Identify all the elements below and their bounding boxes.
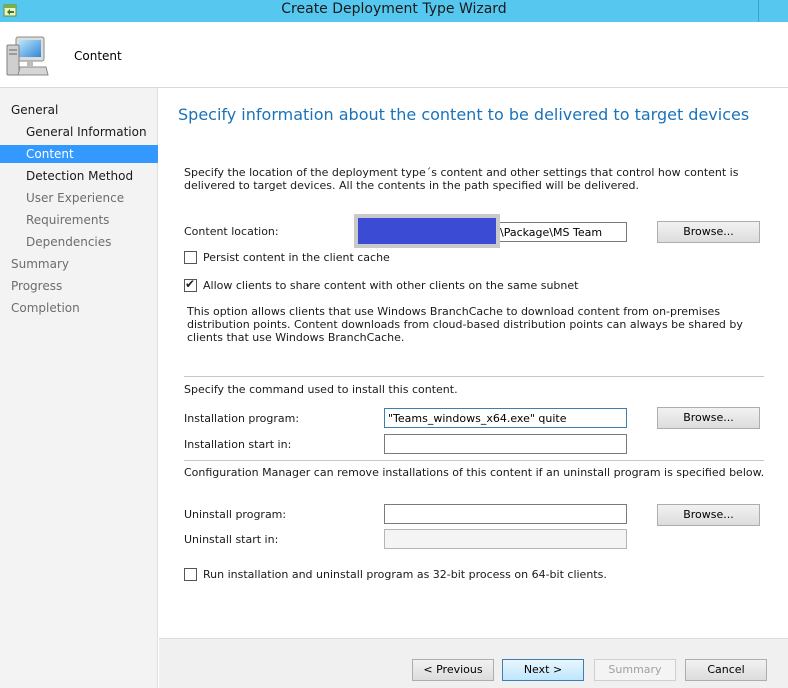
sidebar-item-progress[interactable]: Progress (0, 277, 158, 295)
content-page: Specify information about the content to… (159, 88, 788, 638)
sidebar-item-content[interactable]: Content (0, 145, 158, 163)
branchcache-note: This option allows clients that use Wind… (187, 305, 743, 344)
header-title: Content (74, 49, 122, 63)
uninstall-program-browse-button[interactable]: Browse... (657, 504, 760, 526)
allow-share-checkbox[interactable]: ✔ (184, 277, 197, 292)
wizard-sidebar: General General Information Content Dete… (0, 88, 158, 688)
cancel-button[interactable]: Cancel (685, 659, 767, 681)
sidebar-item-user-experience[interactable]: User Experience (0, 189, 158, 207)
title-bar: Create Deployment Type Wizard (0, 0, 788, 22)
installation-program-browse-button[interactable]: Browse... (657, 407, 760, 429)
allow-share-label: Allow clients to share content with othe… (203, 279, 579, 292)
window-title: Create Deployment Type Wizard (281, 1, 507, 17)
sidebar-item-summary[interactable]: Summary (0, 255, 158, 273)
sidebar-item-dependencies[interactable]: Dependencies (0, 233, 158, 251)
uninstall-section-label: Configuration Manager can remove install… (184, 466, 765, 479)
computer-icon (6, 36, 49, 76)
sidebar-item-detection-method[interactable]: Detection Method (0, 167, 158, 185)
sidebar-item-requirements[interactable]: Requirements (0, 211, 158, 229)
persist-content-checkbox[interactable] (184, 251, 197, 264)
close-button[interactable] (758, 0, 788, 22)
wizard-header: Content (0, 22, 788, 88)
installation-start-input[interactable] (384, 434, 627, 454)
page-heading: Specify information about the content to… (178, 105, 750, 124)
installation-program-label: Installation program: (184, 412, 300, 425)
persist-content-label: Persist content in the client cache (203, 251, 390, 264)
run-32bit-label: Run installation and uninstall program a… (203, 568, 607, 581)
uninstall-program-input[interactable] (384, 504, 627, 524)
wizard-footer: < Previous Next > Summary Cancel (159, 638, 788, 688)
uninstall-program-label: Uninstall program: (184, 508, 287, 521)
uninstall-start-input (384, 529, 627, 549)
uninstall-separator (184, 460, 764, 462)
next-button[interactable]: Next > (502, 659, 584, 681)
content-location-label: Content location: (184, 225, 279, 238)
sidebar-item-general-information[interactable]: General Information (0, 123, 158, 141)
install-section-label: Specify the command used to install this… (184, 383, 458, 396)
previous-button[interactable]: < Previous (412, 659, 494, 681)
sidebar-item-completion[interactable]: Completion (0, 299, 158, 317)
content-location-browse-button[interactable]: Browse... (657, 221, 760, 243)
checkmark-icon: ✔ (185, 277, 196, 291)
redacted-path-overlay (354, 214, 500, 248)
installation-start-label: Installation start in: (184, 438, 292, 451)
uninstall-start-label: Uninstall start in: (184, 533, 279, 546)
page-description: Specify the location of the deployment t… (184, 166, 739, 192)
run-32bit-checkbox[interactable] (184, 568, 197, 581)
summary-button: Summary (594, 659, 676, 681)
sidebar-item-general[interactable]: General (0, 101, 158, 119)
installation-program-input[interactable] (384, 408, 627, 428)
install-separator (184, 376, 764, 378)
